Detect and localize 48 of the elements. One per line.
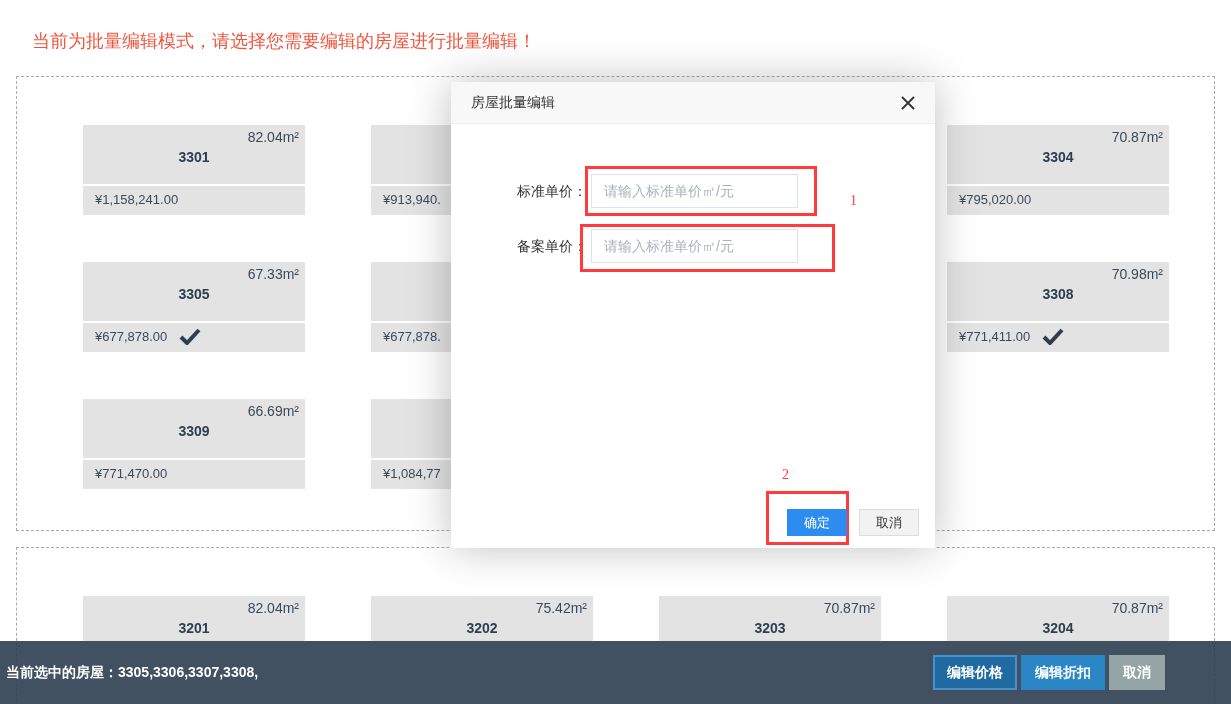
price-input[interactable]: 请输入标准单价㎡/元 (591, 229, 798, 263)
price-input[interactable]: 请输入标准单价㎡/元 (591, 174, 798, 208)
room-number: 3203 (754, 619, 786, 638)
room-area: 70.87m² (1111, 127, 1163, 148)
room-card[interactable]: 67.33m² 3305 ¥677,878.00 (83, 262, 305, 352)
room-number: 3308 (1042, 285, 1074, 304)
room-area: 70.87m² (1111, 598, 1163, 619)
annotation-number: 2 (782, 466, 789, 484)
action-button[interactable]: 编辑价格 (933, 655, 1017, 690)
room-area: 70.87m² (823, 598, 875, 619)
room-area: 82.04m² (247, 598, 299, 619)
close-icon[interactable] (901, 95, 915, 110)
room-number: 3204 (1042, 619, 1074, 638)
room-card[interactable]: 70.87m² 3203 (659, 596, 881, 641)
room-area: 70.98m² (1111, 264, 1163, 285)
room-price: ¥913,940. (383, 190, 441, 209)
room-card[interactable]: 70.98m² 3308 ¥771,411.00 (947, 262, 1169, 352)
room-price: ¥1,158,241.00 (95, 190, 179, 209)
action-button[interactable]: 编辑折扣 (1021, 655, 1105, 690)
room-area: 75.42m² (535, 598, 587, 619)
dialog-title: 房屋批量编辑 (471, 93, 555, 112)
annotation-number: 1 (850, 192, 857, 210)
room-card[interactable]: 75.42m² 3202 (371, 596, 593, 641)
dialog-button[interactable]: 取消 (859, 509, 919, 536)
room-number: 3301 (178, 148, 210, 167)
room-card[interactable]: 82.04m² 3301 ¥1,158,241.00 (83, 125, 305, 215)
selected-rooms-text: 当前选中的房屋：3305,3306,3307,3308, (6, 663, 259, 682)
room-price: ¥771,411.00 (959, 327, 1031, 346)
room-number: 3202 (466, 619, 498, 638)
notice-text: 当前为批量编辑模式，请选择您需要编辑的房屋进行批量编辑！ (32, 31, 536, 51)
room-number: 3309 (178, 422, 210, 441)
room-number: 3304 (1042, 148, 1074, 167)
room-card[interactable]: 70.87m² 3204 (947, 596, 1169, 641)
room-price: ¥771,470.00 (95, 464, 168, 483)
field-label: 备案单价： (516, 236, 588, 256)
room-card[interactable]: 70.87m² 3304 ¥795,020.00 (947, 125, 1169, 215)
field-label: 标准单价： (516, 181, 588, 201)
room-area: 82.04m² (247, 127, 299, 148)
room-number: 3305 (178, 285, 210, 304)
room-card[interactable]: 82.04m² 3201 (83, 596, 305, 641)
room-price: ¥677,878. (383, 327, 441, 346)
room-price: ¥677,878.00 (95, 327, 168, 346)
room-price: ¥795,020.00 (959, 190, 1032, 209)
room-area: 66.69m² (247, 401, 299, 422)
room-area: 67.33m² (247, 264, 299, 285)
room-number: 3201 (178, 619, 210, 638)
room-price: ¥1,084,77 (383, 464, 441, 483)
room-card[interactable]: 66.69m² 3309 ¥771,470.00 (83, 399, 305, 489)
